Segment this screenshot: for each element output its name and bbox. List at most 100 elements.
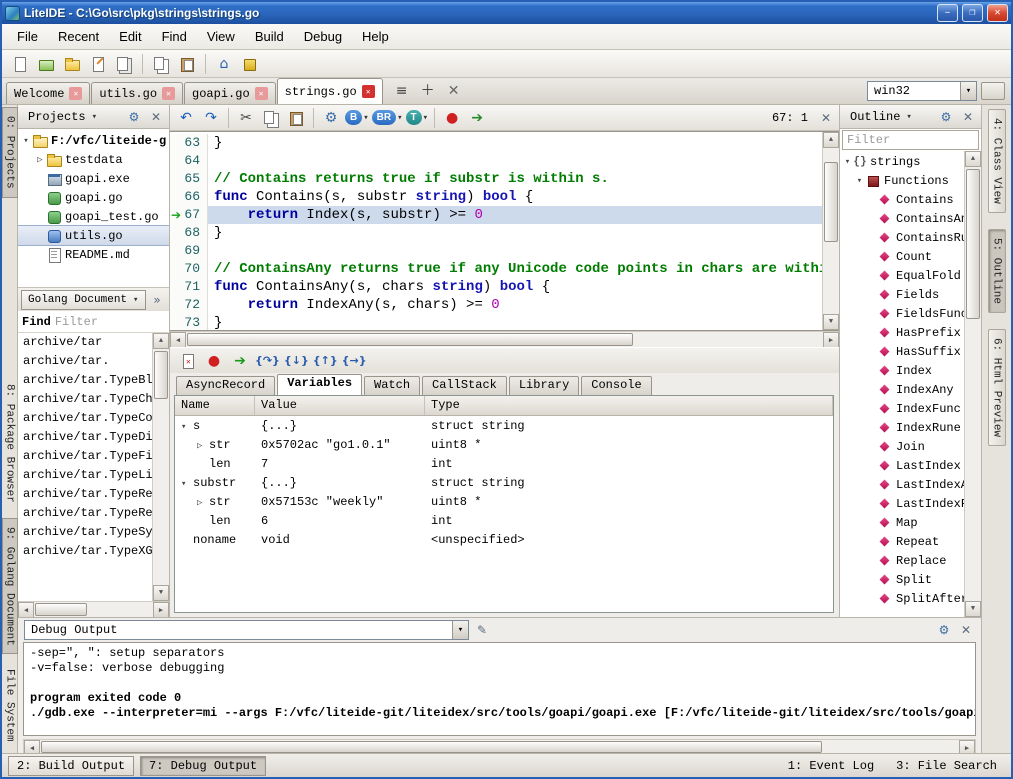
gutter-68[interactable]: 68 [170, 224, 208, 242]
panel-expand-icon[interactable]: » [148, 291, 166, 309]
variable-row-substr[interactable]: ▾substr{...}struct string [175, 473, 833, 492]
code-line-66[interactable]: 66func Contains(s, substr string) bool { [170, 188, 822, 206]
tree-item-goapi-exe[interactable]: goapi.exe [18, 169, 169, 188]
scroll-thumb[interactable] [187, 333, 633, 346]
tree-item-f-vfc-liteide-g[interactable]: ▾F:/vfc/liteide-g [18, 131, 169, 150]
expander-icon[interactable]: ▾ [20, 136, 32, 146]
target-combo[interactable]: win32 ▾ [867, 81, 977, 101]
docs-scrollbar[interactable]: ▲ ▼ [152, 333, 169, 601]
debug-output-text[interactable]: -sep=", ": setup separators-v=false: ver… [23, 642, 976, 736]
build-button[interactable]: B▾ [344, 106, 370, 130]
open-folder-button[interactable] [34, 52, 58, 76]
sidebar-0-projects[interactable]: 0: Projects [2, 107, 18, 198]
tab-list-button[interactable]: ≡ [390, 79, 414, 103]
doc-item-archive-tar-typeblock[interactable]: archive/tar.TypeBlock [18, 371, 152, 390]
gutter-66[interactable]: 66 [170, 188, 208, 206]
gutter-63[interactable]: 63 [170, 134, 208, 152]
outline-item-lastindexfunc[interactable]: LastIndexFunc [840, 494, 964, 513]
gutter-69[interactable]: 69 [170, 242, 208, 260]
run-to-line-button[interactable]: {→} [341, 349, 368, 373]
export-button[interactable]: ➔ [465, 106, 489, 130]
expander-icon[interactable]: ▾ [181, 422, 193, 432]
output-close-icon[interactable]: ✕ [957, 621, 975, 639]
tab-welcome[interactable]: Welcome✕ [6, 82, 90, 104]
status-3-file-search[interactable]: 3: File Search [888, 757, 1005, 775]
outline-item-join[interactable]: Join [840, 437, 964, 456]
gutter-64[interactable]: 64 [170, 152, 208, 170]
sidepanel-combo[interactable]: Golang Document ▾ [21, 290, 146, 310]
scroll-down-button[interactable]: ▼ [965, 601, 981, 617]
record-button[interactable]: ● [440, 106, 464, 130]
gutter-73[interactable]: 73 [170, 314, 208, 330]
outline-item-split[interactable]: Split [840, 570, 964, 589]
scroll-thumb[interactable] [154, 351, 168, 399]
outline-item-indexany[interactable]: IndexAny [840, 380, 964, 399]
target-combo-arrow-icon[interactable]: ▾ [960, 82, 976, 100]
code-line-72[interactable]: 72 return IndexAny(s, chars) >= 0 [170, 296, 822, 314]
copy-button[interactable] [149, 52, 173, 76]
scroll-track[interactable] [965, 167, 981, 601]
new-file-button[interactable] [8, 52, 32, 76]
outline-item-containsany[interactable]: ContainsAny [840, 209, 964, 228]
home-button[interactable]: ⌂ [212, 52, 236, 76]
outline-item-lastindexany[interactable]: LastIndexAny [840, 475, 964, 494]
paste-button[interactable] [284, 106, 308, 130]
scroll-up-button[interactable]: ▲ [965, 151, 981, 167]
code-line-67[interactable]: ➔67 return Index(s, substr) >= 0 [170, 206, 822, 224]
copy-button[interactable] [259, 106, 283, 130]
outline-item-index[interactable]: Index [840, 361, 964, 380]
doc-item-archive-tar-typelink[interactable]: archive/tar.TypeLink [18, 466, 152, 485]
projects-menu-icon[interactable]: ⚙ [125, 108, 143, 126]
tab-utils-go[interactable]: utils.go✕ [91, 82, 183, 104]
gutter-71[interactable]: 71 [170, 278, 208, 296]
output-combo[interactable]: Debug Output ▾ [24, 620, 469, 640]
outline-item-count[interactable]: Count [840, 247, 964, 266]
outline-item-indexrune[interactable]: IndexRune [840, 418, 964, 437]
menu-file[interactable]: File [8, 26, 47, 47]
editor-vscrollbar[interactable]: ▲ ▼ [822, 132, 839, 330]
outline-filter-input[interactable] [842, 130, 979, 150]
scroll-thumb[interactable] [824, 162, 838, 242]
status-2-build-output[interactable]: 2: Build Output [8, 756, 134, 776]
scroll-track[interactable] [823, 148, 839, 314]
tab-close-icon[interactable]: ✕ [69, 87, 82, 100]
output-combo-arrow-icon[interactable]: ▾ [452, 621, 468, 639]
code-line-69[interactable]: 69 [170, 242, 822, 260]
close-tab-button[interactable]: ✕ [442, 79, 466, 103]
outline-close-icon[interactable]: ✕ [959, 108, 977, 126]
variable-row-str[interactable]: ▷str0x5702ac "go1.0.1"uint8 * [175, 435, 833, 454]
variable-row-noname[interactable]: nonamevoid<unspecified> [175, 530, 833, 549]
outline-item-lastindex[interactable]: LastIndex [840, 456, 964, 475]
sidebar-4-class-view[interactable]: 4: Class View [988, 109, 1006, 213]
save-all-button[interactable] [112, 52, 136, 76]
build-run-button[interactable]: BR▾ [371, 106, 404, 130]
outline-item-strings[interactable]: ▾{}strings [840, 152, 964, 171]
outline-item-functions[interactable]: ▾Functions [840, 171, 964, 190]
cut-button[interactable]: ✂ [234, 106, 258, 130]
doc-item-archive-tar-typexglobalheader[interactable]: archive/tar.TypeXGlobalHeader [18, 542, 152, 561]
build-config-button[interactable]: ⚙ [319, 106, 343, 130]
test-button[interactable]: T▾ [405, 106, 430, 130]
menu-edit[interactable]: Edit [110, 26, 150, 47]
outline-item-equalfold[interactable]: EqualFold [840, 266, 964, 285]
scroll-left-button[interactable]: ◀ [170, 332, 186, 348]
outline-item-hasprefix[interactable]: HasPrefix [840, 323, 964, 342]
doc-item-archive-tar-typereg[interactable]: archive/tar.TypeReg [18, 485, 152, 504]
continue-button[interactable]: ➔ [228, 349, 252, 373]
tree-item-goapi-test-go[interactable]: goapi_test.go [18, 207, 169, 226]
step-over-button[interactable]: {↷} [254, 349, 281, 373]
clear-breakpoints-button[interactable] [176, 349, 200, 373]
tab-close-icon[interactable]: ✕ [255, 87, 268, 100]
outline-item-hassuffix[interactable]: HasSuffix [840, 342, 964, 361]
close-button[interactable]: ✕ [987, 4, 1008, 22]
projects-hscrollbar[interactable]: ◀ ▶ [18, 601, 169, 617]
projects-combo[interactable]: Projects ▾ [22, 108, 121, 126]
menu-find[interactable]: Find [153, 26, 196, 47]
outline-item-replace[interactable]: Replace [840, 551, 964, 570]
gutter-70[interactable]: 70 [170, 260, 208, 278]
output-clear-icon[interactable]: ✎ [473, 621, 491, 639]
scroll-up-button[interactable]: ▲ [153, 333, 169, 349]
expander-icon[interactable]: ▷ [197, 441, 209, 451]
scroll-left-button[interactable]: ◀ [18, 602, 34, 618]
redo-button[interactable]: ↷ [199, 106, 223, 130]
